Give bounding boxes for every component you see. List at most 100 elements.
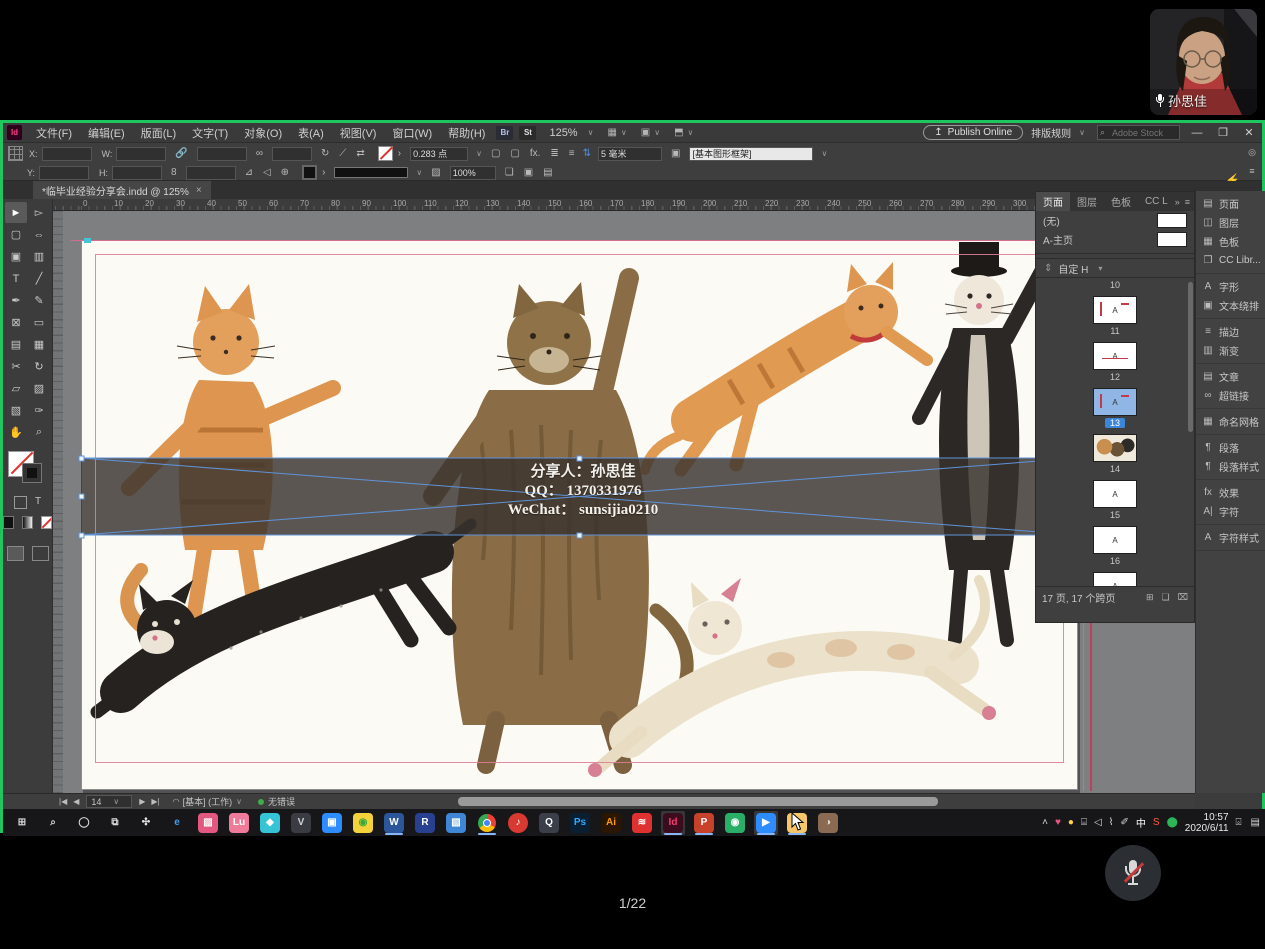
rotate-icon[interactable]: ↻: [321, 148, 329, 159]
last-page-button[interactable]: ▶|: [151, 797, 159, 806]
rail-item-字符[interactable]: A|字符: [1196, 502, 1265, 521]
rail-item-文本绕排[interactable]: ▣文本绕排: [1196, 296, 1265, 315]
pages-scrollbar[interactable]: [1188, 282, 1193, 432]
tool-14[interactable]: ▦: [28, 334, 50, 355]
tool-6[interactable]: ▥: [28, 246, 50, 267]
stroke-type-select[interactable]: [334, 167, 408, 178]
restore-button[interactable]: ❐: [1214, 126, 1232, 139]
preflight-status[interactable]: 无错误: [258, 795, 295, 808]
corner-options-icon[interactable]: ▢: [491, 148, 500, 159]
new-page-button[interactable]: ❏: [1162, 592, 1170, 603]
rotate-angle-input[interactable]: [272, 147, 312, 161]
taskbar-task-view-icon[interactable]: ⧉: [103, 811, 127, 835]
taskbar-netease-music-icon[interactable]: ♪: [506, 811, 530, 835]
scale-y-input[interactable]: [186, 166, 236, 180]
opacity-field[interactable]: 100%: [450, 166, 496, 180]
screen-mode-icon[interactable]: ▣: [641, 127, 650, 138]
corner-radius-field[interactable]: 5 毫米: [598, 147, 662, 161]
close-tab-icon[interactable]: ×: [196, 185, 202, 196]
taskbar-pinwheel-app-icon[interactable]: ✣: [134, 811, 158, 835]
tray-network[interactable]: ⌇: [1109, 817, 1114, 828]
tray-yellow[interactable]: ●: [1068, 817, 1074, 828]
publish-online-button[interactable]: ↥ Publish Online: [923, 125, 1023, 140]
tool-13[interactable]: ▤: [5, 334, 27, 355]
normal-view-button[interactable]: [7, 546, 24, 561]
taskbar-word-icon[interactable]: W: [382, 811, 406, 835]
preview-view-button[interactable]: [32, 546, 49, 561]
x-input[interactable]: [42, 147, 92, 161]
tool-1[interactable]: ►: [5, 202, 27, 223]
tool-21[interactable]: ✋: [5, 422, 27, 443]
pages-list[interactable]: 10A11A12A1314A15A16A17: [1036, 278, 1194, 586]
taskbar-red-app-icon[interactable]: ≋: [630, 811, 654, 835]
rail-item-效果[interactable]: fx效果: [1196, 483, 1265, 502]
master-a-row[interactable]: A-主页: [1036, 230, 1194, 249]
tool-18[interactable]: ▨: [28, 378, 50, 399]
page-item-12[interactable]: A12: [1036, 342, 1194, 382]
taskbar-clock[interactable]: 10:57 2020/6/11: [1185, 812, 1229, 834]
taskbar-teal-app-icon[interactable]: ◆: [258, 811, 282, 835]
menu-2[interactable]: 编辑(E): [80, 125, 133, 141]
minimize-button[interactable]: —: [1188, 127, 1206, 139]
arrange-docs-icon[interactable]: ⬒: [674, 127, 683, 138]
horizontal-ruler[interactable]: 0102030405060708090100110120130140150160…: [53, 199, 1195, 211]
panel-tab-3[interactable]: 色板: [1104, 192, 1138, 211]
rail-item-图层[interactable]: ◫图层: [1196, 213, 1265, 232]
preflight-profile[interactable]: [基本] (工作): [183, 795, 233, 808]
page-item-11[interactable]: A11: [1036, 296, 1194, 336]
fill-black-swatch[interactable]: [302, 165, 317, 180]
taskbar-wechat-icon[interactable]: ◉: [723, 811, 747, 835]
rail-item-命名网格[interactable]: ▦命名网格: [1196, 412, 1265, 431]
page-thumbnail-16[interactable]: A: [1093, 526, 1137, 554]
tool-4[interactable]: ⇔: [28, 224, 50, 245]
menu-8[interactable]: 窗口(W): [384, 125, 440, 141]
tray-pen[interactable]: ✐: [1121, 817, 1129, 828]
document-tab[interactable]: *临毕业经验分享会.indd @ 125% ×: [33, 181, 211, 199]
rail-item-字形[interactable]: A字形: [1196, 277, 1265, 296]
mute-microphone-button[interactable]: [1105, 845, 1161, 901]
taskbar-indesign-icon[interactable]: Id: [661, 811, 685, 835]
flip-icons[interactable]: ⇄: [356, 148, 364, 159]
page-thumbnail-14[interactable]: [1093, 434, 1137, 462]
drop-shadow-icon[interactable]: ❏: [505, 167, 514, 178]
taskbar-qq-icon[interactable]: Q: [537, 811, 561, 835]
swatch-expand-icon[interactable]: ›: [322, 167, 325, 178]
page-thumbnail-12[interactable]: A: [1093, 342, 1137, 370]
action-center[interactable]: ▤: [1251, 817, 1260, 828]
taskbar-search-icon[interactable]: ⌕: [41, 811, 65, 835]
scale-x-input[interactable]: [197, 147, 247, 161]
formatting-text-icon[interactable]: T: [35, 496, 41, 509]
rail-item-CC Libr...[interactable]: ❒CC Libr...: [1196, 251, 1265, 270]
tool-5[interactable]: ▣: [5, 246, 27, 267]
panel-tab-1[interactable]: 页面: [1036, 192, 1070, 211]
menu-7[interactable]: 视图(V): [332, 125, 385, 141]
opacity-icon[interactable]: ▨: [431, 167, 440, 178]
object-style-select[interactable]: [基本图形框架]: [689, 147, 813, 161]
document-canvas[interactable]: 分享人：孙思佳 QQ： 1370331976 WeChat： sunsijia0…: [53, 211, 1195, 793]
apply-gradient-icon[interactable]: [22, 516, 33, 529]
rail-item-超链接[interactable]: ∞超链接: [1196, 386, 1265, 405]
stock-search-input[interactable]: [1097, 125, 1180, 140]
page-item-13[interactable]: A13: [1036, 388, 1194, 428]
taskbar-photo-pink-app-icon[interactable]: ▨: [196, 811, 220, 835]
rail-item-色板[interactable]: ▦色板: [1196, 232, 1265, 251]
tool-3[interactable]: ▢: [5, 224, 27, 245]
edit-page-size-button[interactable]: ⊞: [1146, 592, 1154, 603]
panel-tab-overflow-icons[interactable]: »≡: [1175, 197, 1194, 207]
align-center-icon[interactable]: ≡: [569, 148, 575, 159]
view-options-icon[interactable]: ▦: [607, 127, 616, 138]
menu-3[interactable]: 版面(L): [133, 125, 184, 141]
page-number-15[interactable]: 15: [1110, 510, 1120, 520]
effects-icon[interactable]: fx.: [530, 148, 541, 159]
rail-item-字符样式[interactable]: A字符样式: [1196, 528, 1265, 547]
zoom-level-select[interactable]: 125%: [549, 127, 577, 139]
y-input[interactable]: [39, 166, 89, 180]
chain-icon[interactable]: ∞: [256, 148, 263, 159]
webcam-tile[interactable]: 孙思佳: [1150, 9, 1257, 115]
tool-12[interactable]: ▭: [28, 312, 50, 333]
rail-item-段落样式[interactable]: ¶段落样式: [1196, 457, 1265, 476]
delete-page-button[interactable]: ⌧: [1178, 592, 1188, 603]
menu-1[interactable]: 文件(F): [28, 125, 80, 141]
formatting-buttons[interactable]: T: [3, 496, 52, 509]
vertical-ruler[interactable]: [53, 211, 63, 793]
